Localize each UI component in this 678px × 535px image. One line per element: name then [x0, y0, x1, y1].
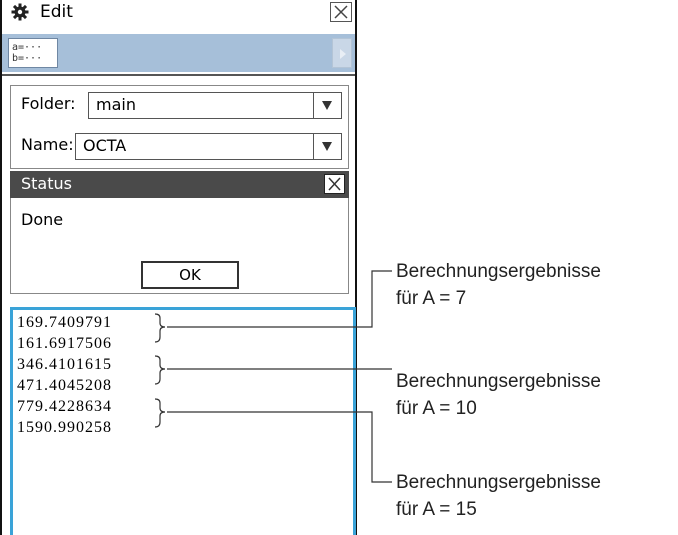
annotation-title: Berechnungsergebnisse: [396, 261, 601, 282]
annotation-title: Berechnungsergebnisse: [396, 371, 601, 392]
bracket-a15: [154, 398, 166, 428]
annotation-subtitle: für A = 10: [396, 398, 477, 419]
annotation-subtitle: für A = 15: [396, 499, 477, 520]
bracket-a7: [154, 313, 166, 343]
annotation-a10: Berechnungsergebnisse für A = 10: [396, 368, 601, 422]
bracket-a10: [154, 355, 166, 385]
annotation-title: Berechnungsergebnisse: [396, 472, 601, 493]
annotation-a7: Berechnungsergebnisse für A = 7: [396, 258, 601, 312]
leader-a15: [167, 411, 392, 483]
annotation-subtitle: für A = 7: [396, 288, 467, 309]
annotation-a15: Berechnungsergebnisse für A = 15: [396, 469, 601, 523]
leader-a7: [167, 270, 392, 328]
